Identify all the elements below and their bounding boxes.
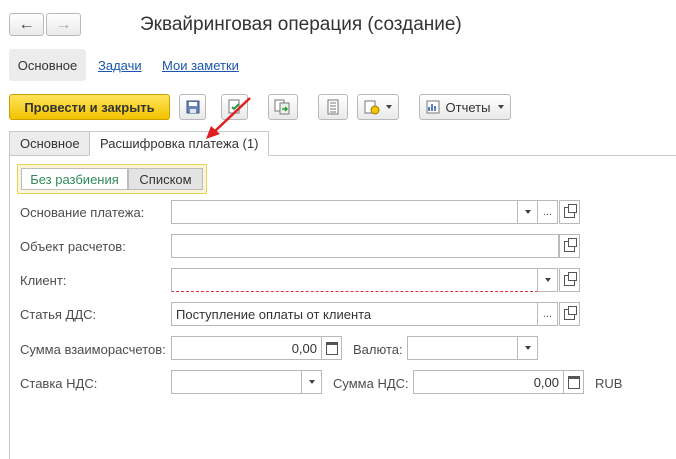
object-input[interactable] bbox=[171, 234, 559, 258]
create-based-on-button[interactable] bbox=[357, 94, 399, 120]
chevron-down-icon bbox=[498, 105, 505, 109]
annotation-arrow-icon bbox=[206, 97, 251, 139]
client-open-button[interactable] bbox=[559, 268, 580, 292]
chevron-down-icon bbox=[308, 380, 315, 384]
dds-label: Статья ДДС: bbox=[20, 307, 97, 322]
vat-rate-input[interactable] bbox=[171, 370, 302, 394]
client-label: Клиент: bbox=[20, 273, 67, 288]
vat-currency-label: RUB bbox=[595, 376, 623, 391]
calculator-icon bbox=[567, 375, 580, 389]
currency-dropdown-button[interactable] bbox=[517, 336, 538, 360]
split-mode-switch: Без разбиения Списком bbox=[17, 164, 207, 194]
open-icon bbox=[564, 203, 577, 218]
client-dropdown-button[interactable] bbox=[537, 268, 558, 292]
basis-label: Основание платежа: bbox=[20, 205, 145, 220]
top-tab-main[interactable]: Основное bbox=[9, 49, 86, 81]
basis-dropdown-button[interactable] bbox=[517, 200, 538, 224]
basis-select-button[interactable]: ... bbox=[537, 200, 558, 224]
back-arrow-icon: ← bbox=[18, 15, 35, 33]
vat-sum-input[interactable]: 0,00 bbox=[413, 370, 564, 394]
vat-rate-dropdown-button[interactable] bbox=[301, 370, 322, 394]
segment-no-split[interactable]: Без разбиения bbox=[21, 168, 128, 190]
top-tab-notes-label: Мои заметки bbox=[162, 57, 239, 73]
back-button[interactable]: ← bbox=[9, 13, 44, 36]
top-tab-tasks-label: Задачи bbox=[98, 57, 142, 73]
chevron-down-icon bbox=[524, 346, 531, 350]
calculator-icon bbox=[325, 341, 338, 355]
basis-open-button[interactable] bbox=[559, 200, 580, 224]
currency-input[interactable] bbox=[407, 336, 518, 360]
chevron-down-icon bbox=[544, 278, 551, 282]
dds-input[interactable]: Поступление оплаты от клиента bbox=[171, 302, 538, 326]
dds-open-button[interactable] bbox=[559, 302, 580, 326]
open-icon bbox=[564, 271, 577, 286]
dds-select-button[interactable]: ... bbox=[537, 302, 558, 326]
object-label: Объект расчетов: bbox=[20, 239, 126, 254]
related-documents-button[interactable] bbox=[268, 94, 298, 120]
window-title: Эквайринговая операция (создание) bbox=[140, 14, 462, 35]
top-tab-notes[interactable]: Мои заметки bbox=[162, 49, 239, 81]
list-icon bbox=[327, 99, 339, 115]
top-tab-main-label: Основное bbox=[17, 57, 78, 73]
tab-main-label: Основное bbox=[20, 136, 80, 151]
forward-arrow-icon: → bbox=[55, 15, 72, 33]
related-documents-icon bbox=[274, 99, 290, 115]
top-tab-tasks[interactable]: Задачи bbox=[98, 49, 142, 81]
sum-label: Сумма взаиморасчетов: bbox=[20, 342, 166, 357]
tab-main[interactable]: Основное bbox=[9, 131, 91, 156]
forward-button[interactable]: → bbox=[46, 13, 81, 36]
list-view-button[interactable] bbox=[318, 94, 348, 120]
sum-calculator-button[interactable] bbox=[321, 336, 342, 360]
ellipsis-icon: ... bbox=[542, 308, 553, 320]
object-open-button[interactable] bbox=[559, 234, 580, 258]
open-icon bbox=[564, 305, 577, 320]
client-input[interactable] bbox=[171, 268, 538, 292]
reports-label: Отчеты bbox=[445, 99, 491, 115]
chevron-down-icon bbox=[386, 105, 392, 109]
post-and-close-button[interactable]: Провести и закрыть bbox=[9, 94, 170, 120]
panel-border bbox=[9, 156, 10, 459]
sum-input[interactable]: 0,00 bbox=[171, 336, 322, 360]
chevron-down-icon bbox=[524, 210, 531, 214]
segment-list[interactable]: Списком bbox=[128, 168, 203, 190]
currency-label: Валюта: bbox=[353, 342, 403, 357]
reports-button[interactable]: Отчеты bbox=[419, 94, 511, 120]
vat-sum-calculator-button[interactable] bbox=[563, 370, 584, 394]
vat-sum-label: Сумма НДС: bbox=[333, 376, 409, 391]
create-based-on-icon bbox=[364, 100, 380, 115]
vat-rate-label: Ставка НДС: bbox=[20, 376, 98, 391]
ellipsis-icon: ... bbox=[542, 206, 553, 218]
basis-input[interactable] bbox=[171, 200, 518, 224]
open-icon bbox=[564, 237, 577, 252]
reports-icon bbox=[426, 100, 440, 114]
save-icon bbox=[186, 100, 199, 114]
